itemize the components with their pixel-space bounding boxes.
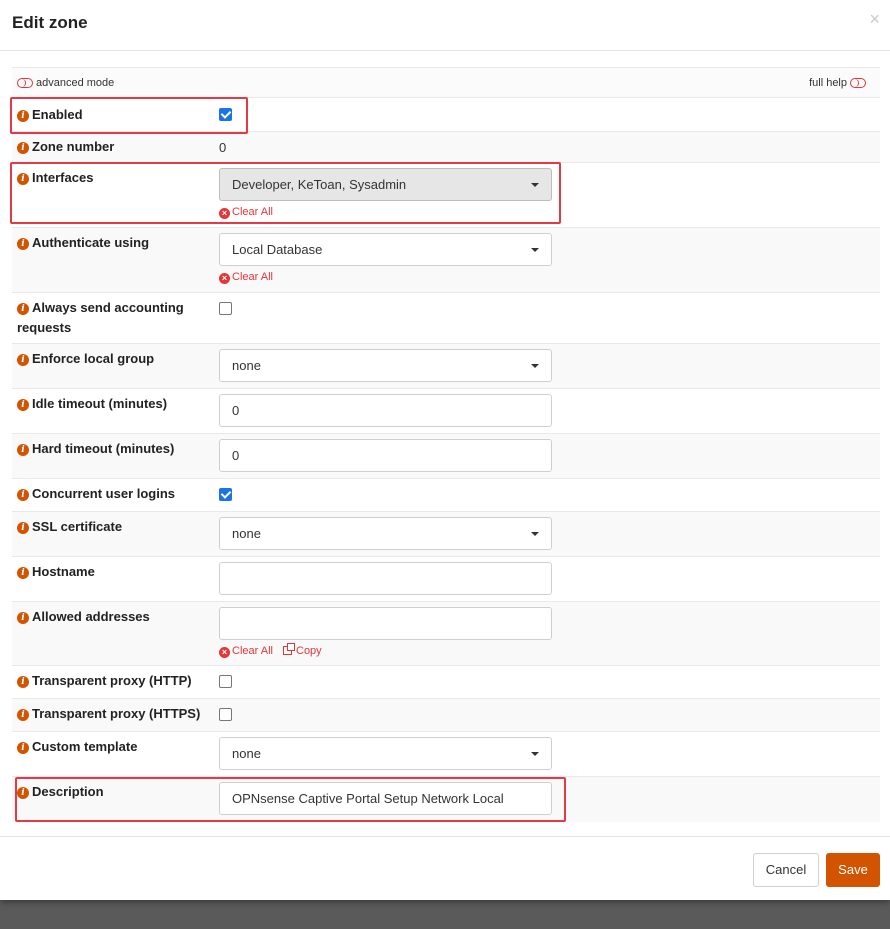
interfaces-selected-value: Developer, KeToan, Sysadmin xyxy=(232,177,407,192)
field-label: i Zone number xyxy=(17,137,207,157)
idle-timeout-input[interactable]: 0 xyxy=(219,394,552,427)
description-input[interactable]: OPNsense Captive Portal Setup Network Lo… xyxy=(219,782,552,815)
enforce-group-select[interactable]: none xyxy=(219,349,552,382)
dialog-title: Edit zone xyxy=(12,13,88,32)
info-icon[interactable]: i xyxy=(17,399,29,411)
info-icon[interactable]: i xyxy=(17,787,29,799)
row-description: i Description OPNsense Captive Portal Set… xyxy=(12,777,880,822)
field-label: i Always send accounting requests xyxy=(17,300,184,335)
clear-icon: × xyxy=(219,208,230,219)
dialog-footer: Cancel Save xyxy=(0,836,890,900)
allowed-addresses-copy[interactable]: Copy xyxy=(283,643,322,657)
custom-template-selected-value: none xyxy=(232,746,261,761)
info-icon[interactable]: i xyxy=(17,742,29,754)
allowed-addresses-clear-all[interactable]: × Clear All xyxy=(219,645,273,658)
info-icon[interactable]: i xyxy=(17,676,29,688)
row-proxy-http: i Transparent proxy (HTTP) xyxy=(12,666,880,699)
row-authenticate: i Authenticate using Local Database × Clea… xyxy=(12,228,880,293)
field-label: i Custom template xyxy=(17,737,207,757)
caret-down-icon xyxy=(531,248,539,252)
interfaces-clear-all[interactable]: × Clear All xyxy=(219,206,273,219)
proxy-https-checkbox[interactable] xyxy=(219,708,232,721)
row-enabled: i Enabled xyxy=(12,98,880,132)
cancel-button[interactable]: Cancel xyxy=(753,853,819,887)
hard-timeout-input[interactable]: 0 xyxy=(219,439,552,472)
info-icon[interactable]: i xyxy=(17,567,29,579)
custom-template-select[interactable]: none xyxy=(219,737,552,770)
interfaces-select[interactable]: Developer, KeToan, Sysadmin xyxy=(219,168,552,201)
info-icon[interactable]: i xyxy=(17,612,29,624)
edit-zone-dialog: Edit zone × advanced mode full help i Ena… xyxy=(0,0,890,900)
row-enforce-group: i Enforce local group none xyxy=(12,344,880,389)
authenticate-select[interactable]: Local Database xyxy=(219,233,552,266)
row-ssl-certificate: i SSL certificate none xyxy=(12,512,880,557)
hostname-input[interactable] xyxy=(219,562,552,595)
full-help-toggle[interactable]: full help xyxy=(809,77,866,89)
advanced-mode-toggle[interactable]: advanced mode xyxy=(17,77,114,89)
field-label: i Concurrent user logins xyxy=(17,484,207,504)
row-custom-template: i Custom template none xyxy=(12,732,880,777)
save-button[interactable]: Save xyxy=(826,853,880,887)
description-value: OPNsense Captive Portal Setup Network Lo… xyxy=(232,791,504,806)
field-label: i Allowed addresses xyxy=(17,607,207,627)
ssl-certificate-select[interactable]: none xyxy=(219,517,552,550)
toggle-off-icon xyxy=(17,78,33,89)
field-label: i Description xyxy=(17,782,207,802)
field-label: i Authenticate using xyxy=(17,233,207,253)
info-icon[interactable]: i xyxy=(17,303,29,315)
allowed-addresses-input[interactable] xyxy=(219,607,552,640)
row-allowed-addresses: i Allowed addresses × Clear All Copy xyxy=(12,602,880,666)
copy-icon xyxy=(283,643,295,655)
toggle-off-icon xyxy=(850,78,866,89)
info-icon[interactable]: i xyxy=(17,173,29,185)
options-bar: advanced mode full help xyxy=(12,67,880,98)
info-icon[interactable]: i xyxy=(17,709,29,721)
info-icon[interactable]: i xyxy=(17,110,29,122)
info-icon[interactable]: i xyxy=(17,142,29,154)
idle-timeout-value: 0 xyxy=(232,403,240,418)
row-accounting: i Always send accounting requests xyxy=(12,293,880,344)
caret-down-icon xyxy=(531,752,539,756)
accounting-checkbox[interactable] xyxy=(219,302,232,315)
field-label: i Enabled xyxy=(17,105,207,125)
caret-down-icon xyxy=(531,532,539,536)
row-concurrent: i Concurrent user logins xyxy=(12,479,880,512)
info-icon[interactable]: i xyxy=(17,238,29,250)
enforce-group-selected-value: none xyxy=(232,358,261,373)
enabled-checkbox[interactable] xyxy=(219,108,232,121)
authenticate-selected-value: Local Database xyxy=(232,242,323,257)
info-icon[interactable]: i xyxy=(17,354,29,366)
advanced-mode-label: advanced mode xyxy=(36,77,115,89)
full-help-label: full help xyxy=(809,77,847,89)
row-hostname: i Hostname xyxy=(12,557,880,602)
row-interfaces: i Interfaces Developer, KeToan, Sysadmin … xyxy=(12,163,880,228)
field-label: i Transparent proxy (HTTP) xyxy=(17,671,207,691)
field-label: i Hostname xyxy=(17,562,207,582)
clear-icon: × xyxy=(219,647,230,658)
hard-timeout-value: 0 xyxy=(232,448,240,463)
authenticate-clear-all[interactable]: × Clear All xyxy=(219,271,273,284)
field-label: i Enforce local group xyxy=(17,349,207,369)
field-label: i SSL certificate xyxy=(17,517,207,537)
row-zone-number: i Zone number 0 xyxy=(12,132,880,163)
field-label: i Hard timeout (minutes) xyxy=(17,439,207,459)
field-label: i Idle timeout (minutes) xyxy=(17,394,207,414)
caret-down-icon xyxy=(531,183,539,187)
close-icon[interactable]: × xyxy=(869,9,880,29)
caret-down-icon xyxy=(531,364,539,368)
row-proxy-https: i Transparent proxy (HTTPS) xyxy=(12,699,880,732)
zone-number-value: 0 xyxy=(219,140,227,155)
info-icon[interactable]: i xyxy=(17,489,29,501)
dialog-header: Edit zone × xyxy=(0,0,890,51)
concurrent-checkbox[interactable] xyxy=(219,488,232,501)
info-icon[interactable]: i xyxy=(17,522,29,534)
clear-icon: × xyxy=(219,273,230,284)
ssl-certificate-selected-value: none xyxy=(232,526,261,541)
row-hard-timeout: i Hard timeout (minutes) 0 xyxy=(12,434,880,479)
field-label: i Transparent proxy (HTTPS) xyxy=(17,704,207,724)
proxy-http-checkbox[interactable] xyxy=(219,675,232,688)
row-idle-timeout: i Idle timeout (minutes) 0 xyxy=(12,389,880,434)
info-icon[interactable]: i xyxy=(17,444,29,456)
field-label: i Interfaces xyxy=(17,168,207,188)
